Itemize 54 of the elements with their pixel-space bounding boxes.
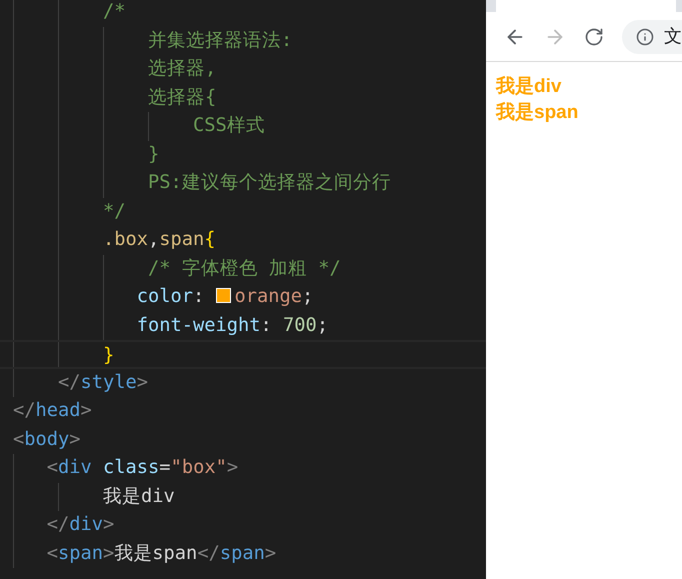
attribute-value: "box" (170, 457, 227, 478)
tag-bracket: </ (197, 542, 220, 564)
tag-bracket: > (136, 372, 148, 392)
address-text: 文 (664, 25, 682, 48)
code-comment: } (147, 144, 160, 164)
attribute-name: class (102, 457, 160, 478)
tag-bracket: < (46, 542, 58, 564)
code-text: ; (302, 286, 314, 307)
info-icon (636, 28, 654, 46)
tag-name: body (24, 428, 70, 450)
code-comment: */ (102, 200, 126, 222)
tag-bracket: > (264, 542, 276, 564)
css-number: 700 (283, 314, 317, 336)
code-text: 我是span (114, 542, 198, 564)
tag-name: span (220, 542, 265, 564)
tag-bracket: </ (46, 514, 70, 535)
address-bar[interactable]: 文 (622, 20, 682, 54)
css-selector: span (159, 229, 204, 250)
code-text: = (159, 457, 171, 478)
tag-name: div (69, 514, 104, 535)
tag-name: head (36, 400, 81, 421)
page-text: 我是div (496, 75, 562, 99)
reload-icon[interactable] (584, 26, 604, 46)
tag-bracket: </ (13, 400, 36, 421)
css-value: orange (234, 286, 302, 307)
tag-bracket: > (226, 457, 238, 478)
tag-bracket: </ (57, 372, 81, 392)
tag-name: div (58, 457, 92, 478)
code-text: : (193, 286, 206, 307)
tag-name: style (80, 372, 137, 392)
tag-bracket: > (80, 400, 92, 421)
css-property: font-weight (136, 314, 261, 336)
tag-bracket: < (13, 428, 24, 450)
tag-bracket: > (69, 428, 81, 450)
code-comment: PS:建议每个选择器之间分行 (147, 172, 391, 193)
code-text: , (148, 229, 160, 250)
code-comment: CSS样式 (192, 115, 265, 136)
code-text: : (260, 314, 273, 336)
code-comment: /* 字体橙色 加粗 */ (147, 258, 341, 278)
code-comment: 选择器{ (147, 86, 216, 108)
code-text: ; (316, 314, 328, 336)
tag-name: span (58, 542, 104, 564)
code-comment: 并集选择器语法: (147, 30, 292, 50)
brace: { (204, 229, 216, 250)
code-comment: 选择器, (147, 58, 216, 79)
code-comment: /* (102, 1, 126, 22)
code-text: 我是div (102, 486, 175, 506)
tag-bracket: > (103, 542, 114, 564)
css-selector: .box (102, 229, 148, 250)
tag-bracket: < (46, 457, 58, 478)
tag-bracket: > (103, 514, 114, 535)
page-text: 我是span (496, 101, 580, 125)
brace: } (102, 345, 114, 366)
css-property: color (136, 286, 194, 307)
